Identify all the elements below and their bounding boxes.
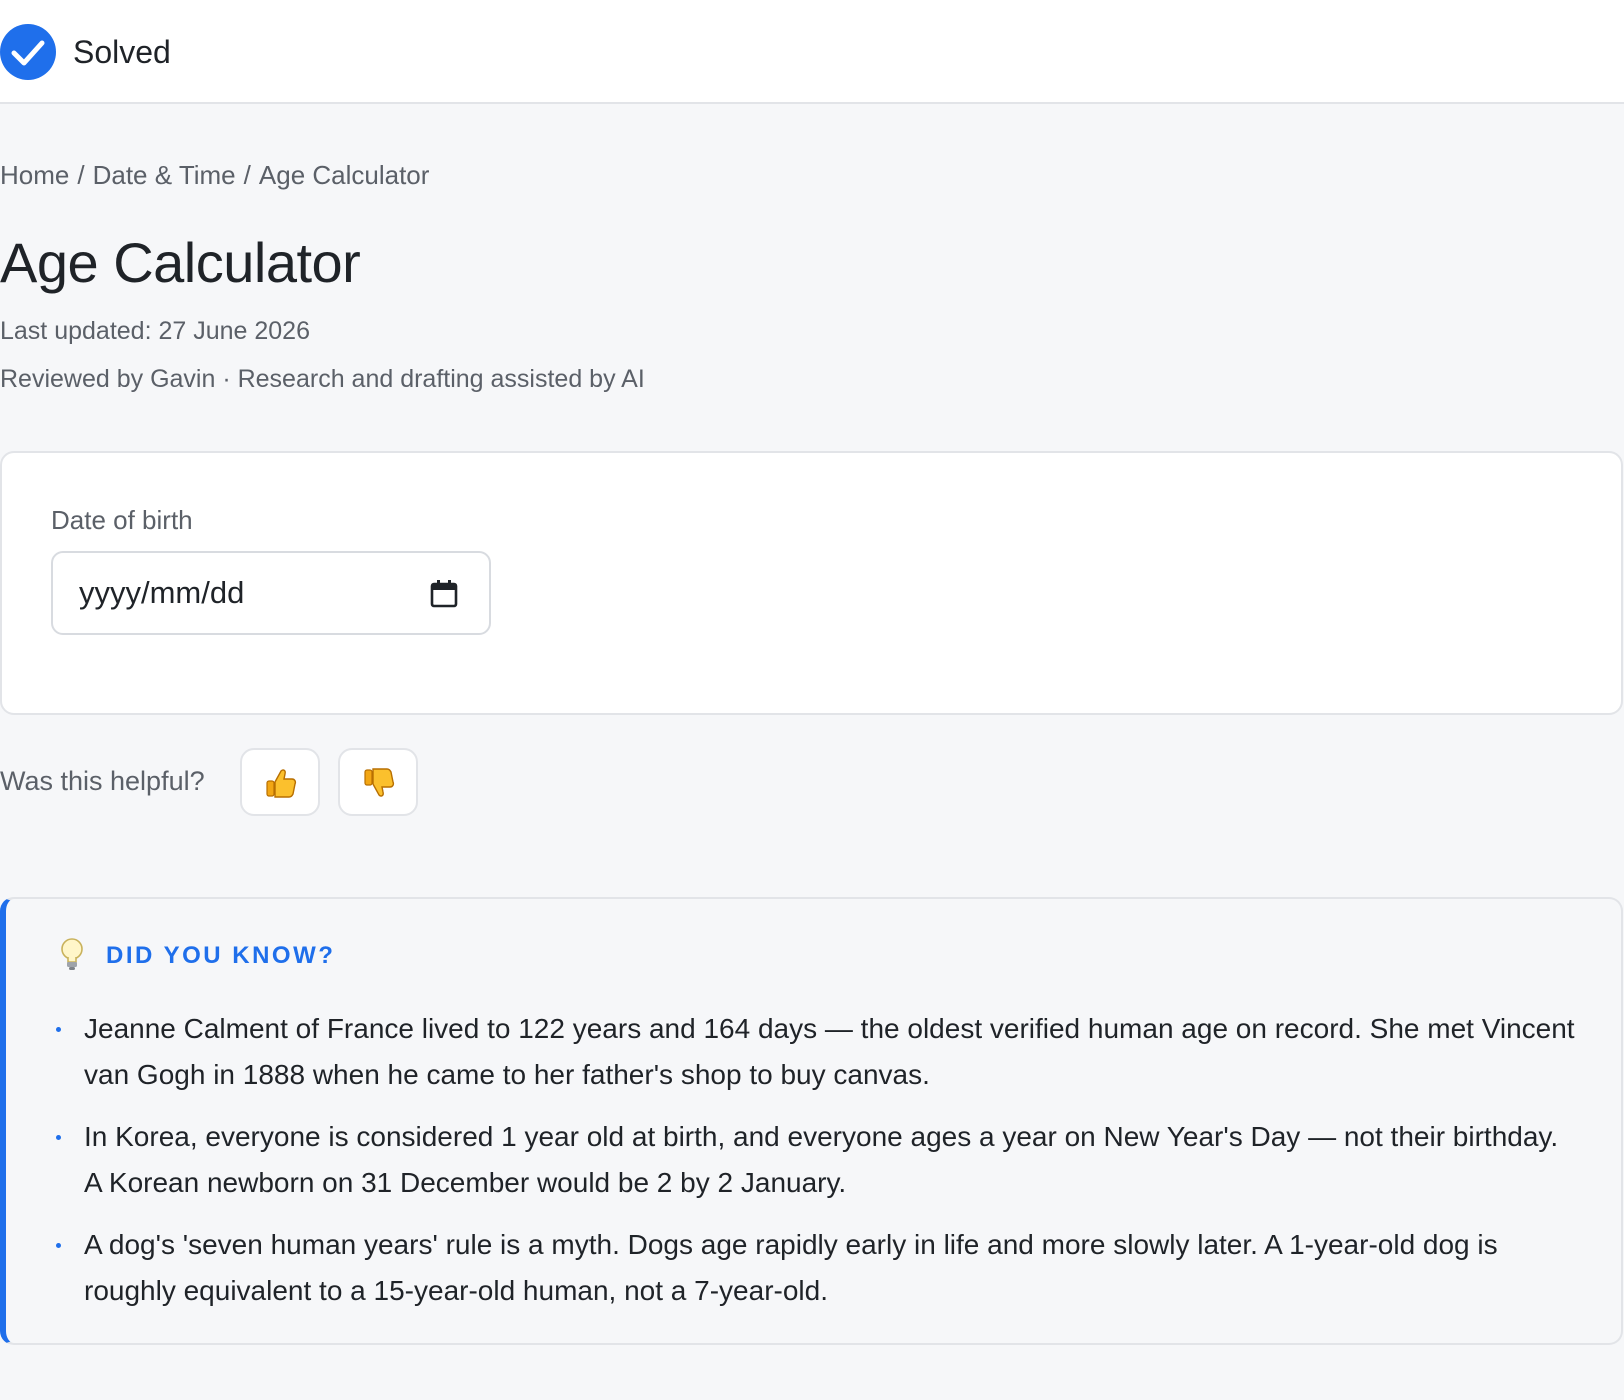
bullet-dot bbox=[56, 1135, 61, 1140]
calculator-card: Date of birth yyyy/mm/dd bbox=[0, 451, 1623, 715]
dob-placeholder[interactable]: yyyy/mm/dd bbox=[79, 573, 244, 613]
thumbs-down-button[interactable] bbox=[338, 748, 418, 816]
top-bar: Solved bbox=[0, 0, 1624, 104]
thumbs-up-icon bbox=[266, 769, 297, 798]
fact-item: In Korea, everyone is considered 1 year … bbox=[56, 1114, 1576, 1206]
dob-label: Date of birth bbox=[51, 505, 193, 535]
fact-item: A dog's 'seven human years' rule is a my… bbox=[56, 1222, 1576, 1314]
did-you-know-card: DID YOU KNOW? Jeanne Calment of France l… bbox=[0, 897, 1623, 1345]
calendar-icon[interactable] bbox=[429, 579, 459, 609]
check-circle-icon bbox=[0, 24, 56, 80]
breadcrumb-separator: / bbox=[243, 160, 251, 190]
breadcrumb: Home / Date & Time / Age Calculator bbox=[0, 156, 429, 194]
fact-item: Jeanne Calment of France lived to 122 ye… bbox=[56, 1006, 1576, 1098]
dob-input[interactable]: yyyy/mm/dd bbox=[51, 551, 491, 635]
breadcrumb-home[interactable]: Home bbox=[0, 160, 69, 190]
status-label: Solved bbox=[73, 34, 171, 70]
thumbs-up-button[interactable] bbox=[240, 748, 320, 816]
breadcrumb-separator: / bbox=[77, 160, 85, 190]
fact-text: A dog's 'seven human years' rule is a my… bbox=[84, 1229, 1498, 1306]
breadcrumb-current: Age Calculator bbox=[258, 160, 430, 190]
feedback-question: Was this helpful? bbox=[0, 766, 205, 796]
fact-list: Jeanne Calment of France lived to 122 ye… bbox=[56, 1006, 1576, 1330]
lightbulb-icon bbox=[58, 937, 86, 971]
bullet-dot bbox=[56, 1027, 61, 1032]
last-updated: Last updated: 27 June 2026 bbox=[0, 317, 310, 345]
thumbs-down-icon bbox=[364, 768, 395, 797]
breadcrumb-date-time[interactable]: Date & Time bbox=[93, 160, 236, 190]
fact-text: Jeanne Calment of France lived to 122 ye… bbox=[84, 1013, 1575, 1090]
did-you-know-heading: DID YOU KNOW? bbox=[106, 942, 336, 969]
bullet-dot bbox=[56, 1243, 61, 1248]
reviewed-by: Reviewed by Gavin · Research and draftin… bbox=[0, 365, 645, 393]
fact-text: In Korea, everyone is considered 1 year … bbox=[84, 1121, 1559, 1198]
page-title: Age Calculator bbox=[0, 231, 361, 294]
